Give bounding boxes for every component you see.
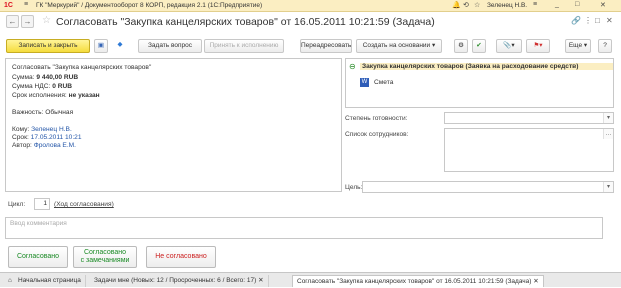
attachment-icon[interactable]: 📎▾ [496, 39, 522, 53]
dropdown-icon[interactable]: ▾ [603, 182, 613, 192]
menu-icon[interactable]: ≡ [24, 1, 28, 8]
history-icon[interactable]: ⟲ [463, 1, 469, 9]
author-label: Автор: [12, 142, 32, 149]
approval-progress-link[interactable]: (Ход согласования) [54, 201, 114, 208]
cycle-value: 1 [34, 198, 50, 210]
deadline-label: Срок исполнения: [12, 92, 67, 99]
expand-icon[interactable]: □ [595, 16, 600, 25]
author-link[interactable]: Фролова Е.М. [34, 142, 76, 149]
maximize-icon[interactable]: □ [575, 1, 579, 8]
expand-tree-icon[interactable]: ⊖ [349, 62, 356, 71]
form-header: ← → ☆ Согласовать "Закупка канцелярских … [0, 12, 621, 34]
attachments-tree: ⊖ Закупка канцелярских товаров (Заявка н… [345, 58, 614, 108]
readiness-label: Степень готовности: [345, 115, 408, 122]
link-icon[interactable]: 🔗 [571, 16, 581, 25]
close-form-icon[interactable]: ✕ [606, 16, 613, 25]
chevron-down-icon: ▾ [583, 42, 588, 49]
back-button[interactable]: ← [6, 15, 19, 28]
app-title: ГК "Меркурий" / Документооборот 8 КОРП, … [36, 2, 263, 9]
sum-row: Сумма: 9 440,00 RUB [12, 74, 78, 81]
deadline-row: Срок исполнения: не указан [12, 92, 100, 99]
tab-current-task-label: Согласовать "Закупка канцелярских товаро… [297, 278, 532, 285]
approve-notes-line2: с замечаниями [80, 257, 130, 264]
command-bar: Записать и закрыть ▣ ◆ Задать вопрос При… [0, 36, 621, 91]
redirect-button[interactable]: Переадресовать [300, 39, 352, 53]
more-label: Еще [568, 42, 583, 49]
chevron-down-icon: ▾ [431, 42, 436, 49]
close-tab-icon[interactable]: ✕ [258, 277, 263, 284]
vat-label: Сумма НДС: [12, 83, 51, 90]
comment-input[interactable]: Ввод комментария [5, 217, 603, 239]
page-title: Согласовать "Закупка канцелярских товаро… [56, 16, 435, 28]
check-icon[interactable]: ✔ [472, 39, 486, 53]
sum-label: Сумма: [12, 74, 35, 81]
create-based-button[interactable]: Создать на основании ▾ [356, 39, 442, 53]
close-window-icon[interactable]: ✕ [600, 1, 606, 9]
home-icon: ⌂ [8, 277, 12, 284]
task-title: Согласовать "Закупка канцелярских товаро… [12, 64, 152, 71]
forward-button[interactable]: → [21, 15, 34, 28]
save-close-button[interactable]: Записать и закрыть [6, 39, 90, 53]
approve-notes-line1: Согласовано [83, 249, 127, 256]
vat-row: Сумма НДС: 0 RUB [12, 83, 72, 90]
minimize-icon[interactable]: _ [555, 1, 559, 8]
more-icon[interactable]: ⋮ [584, 16, 592, 25]
settings-icon[interactable]: ⚙ [454, 39, 468, 53]
window-tabs: ⌂ Начальная страница Задачи мне (Новых: … [0, 272, 621, 287]
deadline-value: не указан [68, 92, 100, 99]
select-icon[interactable]: … [603, 129, 613, 139]
task-description: Согласовать "Закупка канцелярских товаро… [5, 58, 342, 192]
to-link[interactable]: Зеленец Н.В. [31, 126, 72, 133]
bell-icon[interactable]: 🔔 [452, 1, 461, 9]
favorite-star-icon[interactable]: ☆ [42, 15, 51, 26]
diamond-icon[interactable]: ◆ [114, 39, 126, 53]
due-label: Срок: [12, 134, 29, 141]
reject-button[interactable]: Не согласовано [146, 246, 216, 268]
tab-home[interactable]: ⌂ Начальная страница [4, 275, 86, 287]
approve-with-notes-button[interactable]: Согласовано с замечаниями [73, 246, 137, 268]
word-doc-icon: W [360, 78, 369, 87]
readiness-input[interactable]: ▾ [444, 112, 614, 124]
more-button[interactable]: Еще ▾ [565, 39, 591, 53]
create-based-label: Создать на основании [362, 42, 431, 49]
app-logo: 1С [4, 2, 13, 9]
attachment-root[interactable]: Закупка канцелярских товаров (Заявка на … [360, 63, 613, 70]
attachment-child[interactable]: Смета [374, 79, 393, 86]
tab-my-tasks-label: Задачи мне (Новых: 12 / Просроченных: 6 … [94, 277, 257, 284]
approve-button[interactable]: Согласовано [8, 246, 68, 268]
close-tab-icon[interactable]: ✕ [533, 278, 538, 285]
to-row: Кому: Зеленец Н.В. [12, 126, 72, 133]
star-icon[interactable]: ☆ [474, 1, 480, 9]
flag-icon[interactable]: ⚑▾ [526, 39, 550, 53]
tab-my-tasks[interactable]: Задачи мне (Новых: 12 / Просроченных: 6 … [90, 275, 269, 287]
goal-input[interactable]: ▾ [362, 181, 614, 193]
due-value: 17.05.2011 10:21 [30, 134, 82, 141]
save-icon[interactable]: ▣ [94, 39, 108, 53]
staff-label: Список сотрудников: [345, 131, 409, 138]
accept-button[interactable]: Принять к исполнению [204, 39, 284, 53]
staff-list[interactable]: … [444, 128, 614, 172]
tab-home-label: Начальная страница [18, 277, 81, 284]
author-row: Автор: Фролова Е.М. [12, 142, 76, 149]
cycle-label: Цикл: [8, 201, 26, 208]
sum-value: 9 440,00 RUB [36, 74, 79, 81]
window-menu-icon[interactable]: ≡ [533, 1, 537, 8]
window-titlebar: 1С ≡ ГК "Меркурий" / Документооборот 8 К… [0, 0, 621, 12]
current-user[interactable]: Зеленец Н.В. [487, 2, 527, 9]
tab-current-task[interactable]: Согласовать "Закупка канцелярских товаро… [292, 275, 544, 287]
ask-question-button[interactable]: Задать вопрос [138, 39, 202, 53]
dropdown-icon[interactable]: ▾ [603, 113, 613, 123]
due-row: Срок: 17.05.2011 10:21 [12, 134, 82, 141]
help-button[interactable]: ? [598, 39, 612, 53]
importance: Важность: Обычная [12, 109, 74, 116]
to-label: Кому: [12, 126, 30, 133]
goal-label: Цель: [345, 184, 363, 191]
vat-value: 0 RUB [52, 83, 73, 90]
